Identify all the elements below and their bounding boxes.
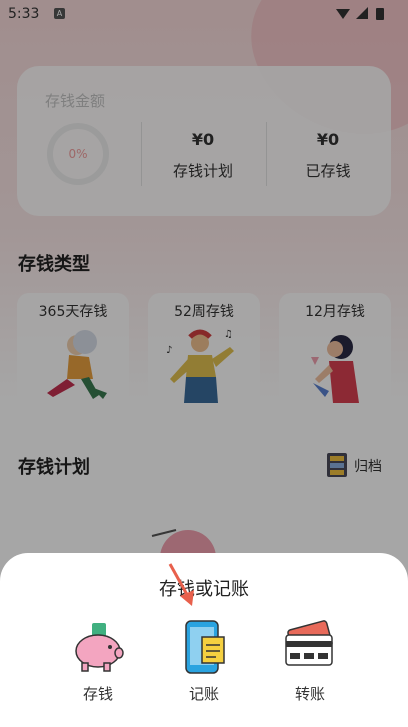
save-money-button[interactable]: 存钱 [58,619,138,709]
card-transfer-icon [285,620,333,666]
sheet-title: 存钱或记账 [159,579,249,600]
phone-ledger-icon [185,620,225,674]
save-money-label: 存钱 [82,685,113,703]
save-or-record-sheet: 存钱或记账 存钱 记账 转账 [0,553,408,727]
record-account-label: 记账 [188,685,219,703]
record-account-button[interactable]: 记账 [164,619,244,709]
transfer-label: 转账 [294,685,325,703]
piggy-bank-icon [75,623,124,672]
transfer-button[interactable]: 转账 [270,619,350,709]
red-arrow-annotation [168,563,194,606]
